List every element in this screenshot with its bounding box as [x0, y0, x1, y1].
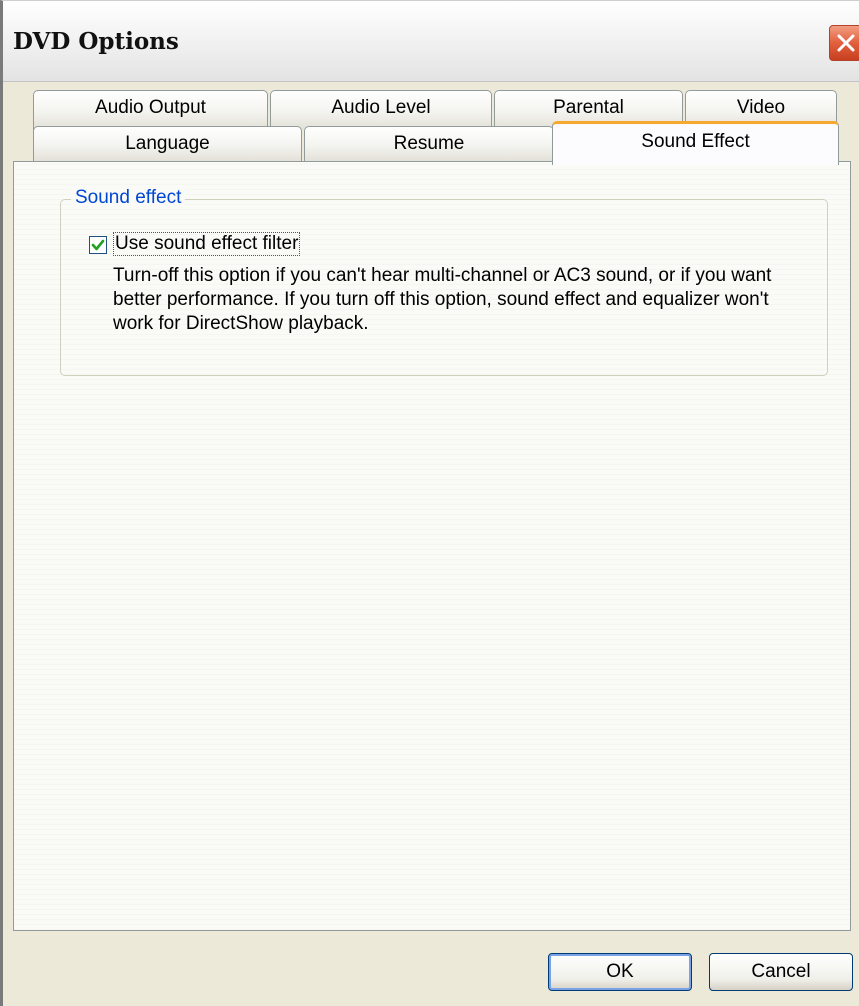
check-icon: [91, 239, 105, 251]
tab-resume[interactable]: Resume: [304, 126, 554, 162]
title-bar[interactable]: DVD Options: [3, 1, 859, 82]
window-title: DVD Options: [13, 28, 179, 55]
ok-button[interactable]: OK: [548, 953, 692, 991]
sound-effect-checkbox[interactable]: [89, 236, 107, 254]
sound-effect-checkbox-label[interactable]: Use sound effect filter: [112, 232, 301, 256]
tab-audio-level[interactable]: Audio Level: [270, 90, 492, 130]
tab-sound-effect[interactable]: Sound Effect: [552, 121, 839, 165]
group-label: Sound effect: [71, 187, 186, 209]
close-icon: [837, 34, 855, 52]
sound-effect-group: Sound effect Use sound effect filter Tur…: [60, 187, 828, 376]
tab-panel-sound-effect: Sound effect Use sound effect filter Tur…: [13, 161, 851, 931]
tab-language[interactable]: Language: [33, 126, 302, 162]
close-button[interactable]: [829, 25, 859, 61]
cancel-button[interactable]: Cancel: [709, 953, 853, 991]
tab-audio-output[interactable]: Audio Output: [33, 90, 268, 130]
sound-effect-description: Turn-off this option if you can't hear m…: [113, 265, 772, 334]
dvd-options-dialog: DVD Options Audio Output Audio Level Par…: [0, 0, 859, 1006]
